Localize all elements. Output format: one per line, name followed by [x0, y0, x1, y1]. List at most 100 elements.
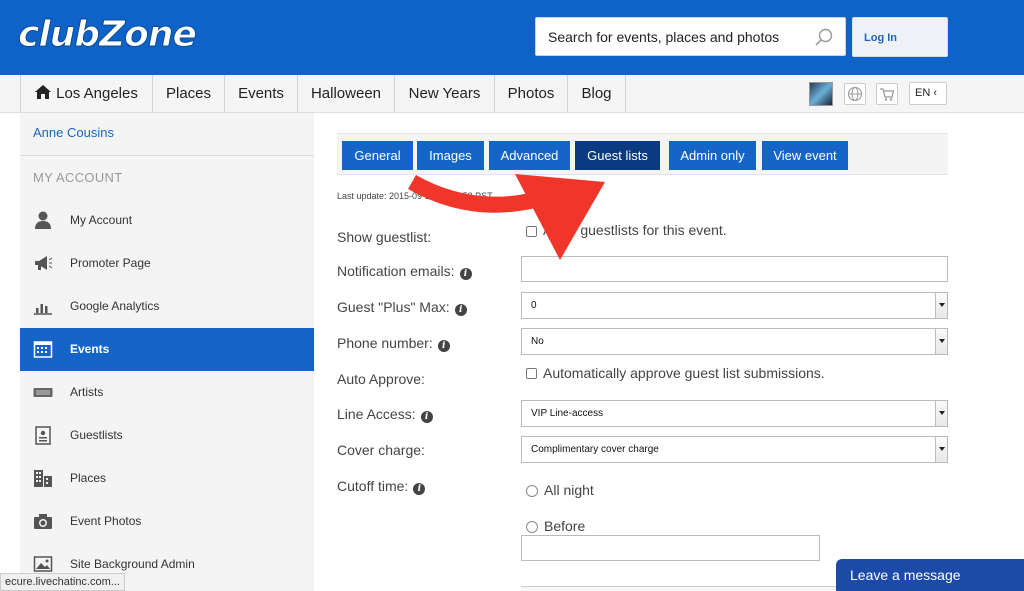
home-icon	[35, 85, 52, 99]
ticket-icon	[33, 388, 53, 397]
sidebar-item-google-analytics[interactable]: Google Analytics	[20, 285, 314, 328]
camera-icon	[34, 514, 52, 529]
language-selector[interactable]: EN ‹	[909, 82, 947, 105]
sidebar-item-artists[interactable]: Artists	[20, 371, 314, 414]
divider	[20, 155, 314, 156]
leave-message-button[interactable]: Leave a message	[836, 559, 1024, 591]
nav-new-years[interactable]: New Years	[395, 75, 495, 112]
label-text: Guest "Plus" Max:	[337, 299, 450, 315]
tab-bar: General Images Advanced Guest lists Admi…	[337, 133, 948, 175]
auto-approve-text: Automatically approve guest list submiss…	[543, 365, 825, 381]
label-text: Notification emails:	[337, 263, 455, 279]
info-icon[interactable]: i	[437, 340, 450, 352]
header: clubZone Log In	[0, 0, 1024, 75]
search-icon[interactable]	[813, 27, 835, 49]
cart-button[interactable]	[876, 83, 898, 105]
auto-approve-checkbox[interactable]	[526, 368, 537, 379]
cutoff-all-night-radio[interactable]	[526, 485, 538, 497]
chevron-down-icon	[935, 293, 947, 318]
bar-chart-icon	[34, 304, 52, 315]
clipboard-icon	[35, 426, 51, 445]
notification-emails-label: Notification emails: i	[337, 263, 472, 280]
section-title: MY ACCOUNT	[33, 170, 123, 185]
tab-general[interactable]: General	[342, 141, 413, 170]
auto-approve-label: Auto Approve:	[337, 371, 425, 387]
nav-los-angeles[interactable]: Los Angeles	[20, 75, 153, 112]
sidebar-item-label: My Account	[70, 213, 133, 227]
cutoff-before-radio[interactable]	[526, 521, 538, 533]
tab-view-event[interactable]: View event	[762, 141, 848, 170]
search-box[interactable]	[535, 17, 846, 56]
top-nav: Los Angeles Places Events Halloween New …	[0, 75, 1024, 113]
user-icon	[35, 211, 51, 229]
globe-button[interactable]	[844, 83, 866, 105]
nav-places[interactable]: Places	[153, 75, 225, 112]
label-text: Phone number:	[337, 335, 433, 351]
tab-images[interactable]: Images	[417, 141, 484, 170]
info-icon[interactable]: i	[459, 268, 472, 280]
phone-number-label: Phone number: i	[337, 335, 450, 352]
cart-icon	[880, 88, 895, 101]
cover-charge-label: Cover charge:	[337, 442, 425, 458]
sidebar-item-events[interactable]: Events	[20, 328, 314, 371]
sidebar-item-my-account[interactable]: My Account	[20, 199, 314, 242]
search-input[interactable]	[548, 18, 803, 55]
status-bar-url: ecure.livechatinc.com...	[0, 573, 125, 591]
sidebar-item-label: Places	[70, 471, 107, 485]
divider	[521, 586, 836, 591]
cover-charge-select[interactable]: Complimentary cover charge	[521, 436, 948, 463]
info-icon[interactable]: i	[454, 304, 467, 316]
sidebar-item-label: Event Photos	[70, 514, 142, 528]
cutoff-time-label: Cutoff time: i	[337, 478, 426, 495]
line-access-select[interactable]: VIP Line-access	[521, 400, 948, 427]
allow-guestlists-text: Allow guestlists for this event.	[543, 222, 727, 238]
allow-guestlists-checkbox[interactable]	[526, 226, 537, 237]
tab-advanced[interactable]: Advanced	[489, 141, 570, 170]
building-icon	[34, 470, 52, 487]
clubzone-logo[interactable]: clubZone	[18, 14, 198, 56]
avatar[interactable]	[809, 82, 833, 106]
tab-admin-only[interactable]: Admin only	[669, 141, 756, 170]
select-value: No	[531, 336, 544, 347]
info-icon[interactable]: i	[413, 483, 426, 495]
sidebar-item-label: Events	[70, 342, 110, 356]
sidebar-item-event-photos[interactable]: Event Photos	[20, 500, 314, 543]
select-value: VIP Line-access	[531, 408, 604, 419]
nav-halloween[interactable]: Halloween	[298, 75, 395, 112]
label-text: Cutoff time:	[337, 478, 409, 494]
cutoff-all-night-text: All night	[544, 482, 594, 498]
cutoff-before-input[interactable]	[521, 535, 820, 561]
info-icon[interactable]: i	[420, 411, 433, 423]
guest-plus-max-select[interactable]: 0	[521, 292, 948, 319]
select-value: 0	[531, 300, 537, 311]
sidebar-item-label: Promoter Page	[70, 256, 151, 270]
chevron-down-icon	[935, 401, 947, 426]
sidebar-item-label: Artists	[70, 385, 104, 399]
sidebar-item-label: Guestlists	[70, 428, 123, 442]
sidebar-item-label: Google Analytics	[70, 299, 160, 313]
guest-plus-max-label: Guest "Plus" Max: i	[337, 299, 467, 316]
last-update-text: Last update: 2015-09-20 22:10:58 PST.	[337, 191, 495, 201]
sidebar-item-places[interactable]: Places	[20, 457, 314, 500]
chevron-down-icon	[935, 329, 947, 354]
sidebar-item-promoter-page[interactable]: Promoter Page	[20, 242, 314, 285]
nav-photos[interactable]: Photos	[495, 75, 568, 112]
nav-label: Los Angeles	[56, 85, 138, 102]
cutoff-before-text: Before	[544, 518, 586, 534]
notification-emails-input[interactable]	[521, 256, 948, 282]
nav-blog[interactable]: Blog	[568, 75, 626, 112]
globe-icon	[847, 86, 863, 102]
select-value: Complimentary cover charge	[531, 444, 659, 455]
megaphone-icon	[35, 256, 53, 270]
tab-guest-lists[interactable]: Guest lists	[575, 141, 660, 170]
nav-events[interactable]: Events	[225, 75, 298, 112]
chevron-down-icon	[935, 437, 947, 462]
annotation-arrow-icon	[408, 174, 605, 260]
user-name-link[interactable]: Anne Cousins	[33, 125, 114, 140]
line-access-label: Line Access: i	[337, 406, 433, 423]
sidebar-item-guestlists[interactable]: Guestlists	[20, 414, 314, 457]
login-button[interactable]: Log In	[852, 17, 948, 57]
show-guestlist-label: Show guestlist:	[337, 229, 432, 245]
phone-number-select[interactable]: No	[521, 328, 948, 355]
label-text: Line Access:	[337, 406, 416, 422]
